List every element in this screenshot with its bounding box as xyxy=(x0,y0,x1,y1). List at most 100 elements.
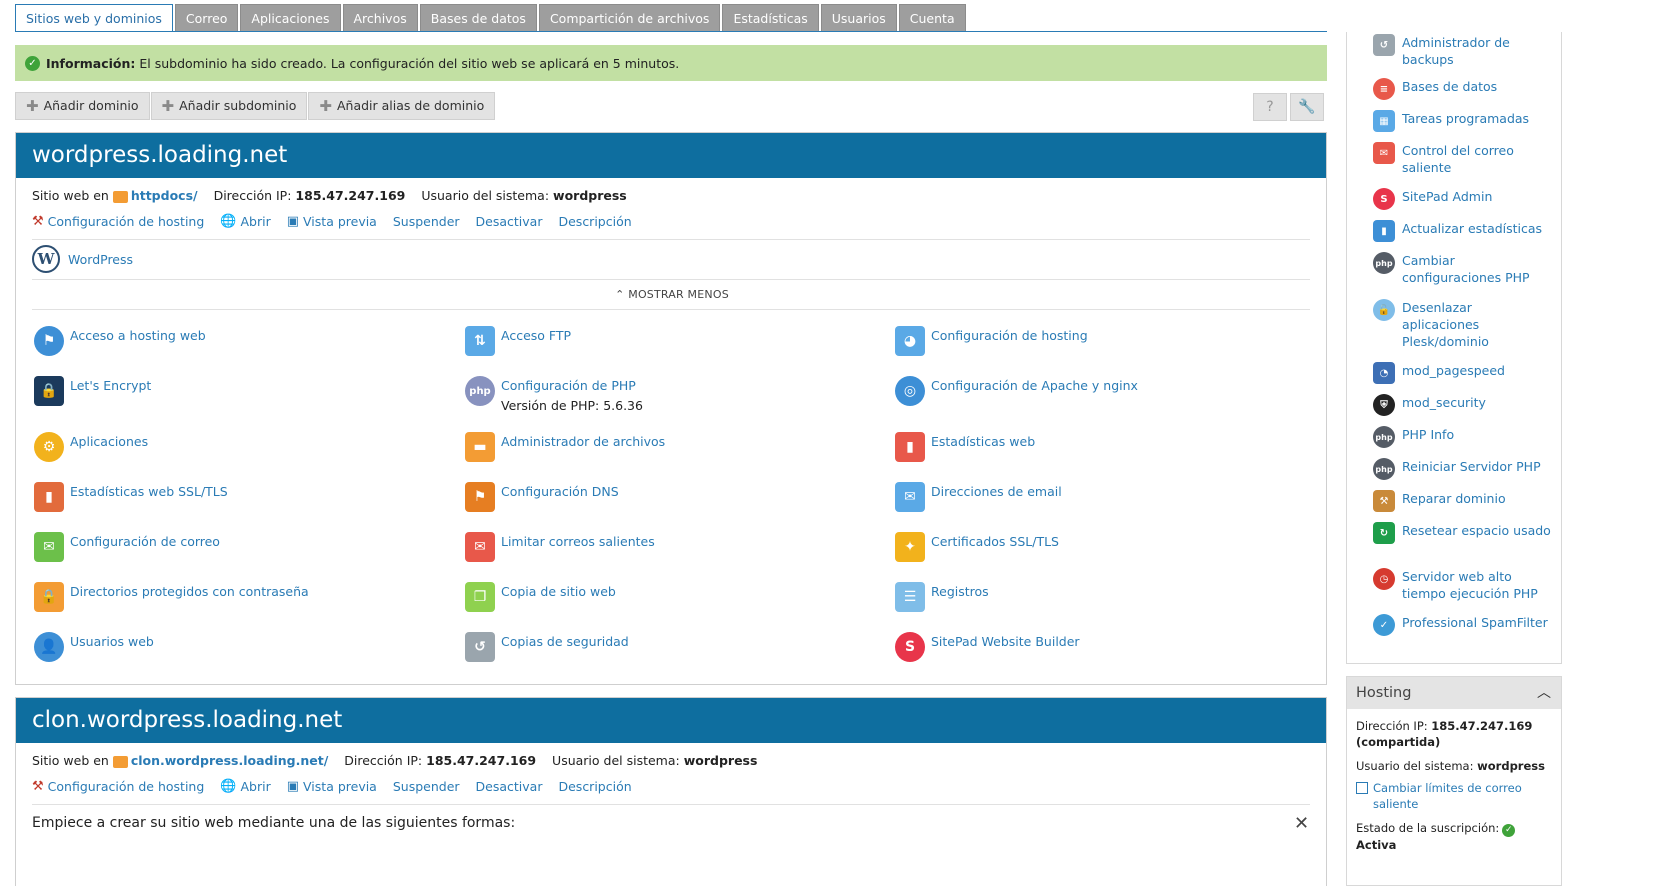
lets-encrypt-lock-icon: 🔒 xyxy=(34,376,64,406)
mail-settings-item[interactable]: ✉ Configuración de correo xyxy=(34,532,220,562)
php-settings-item[interactable]: php Configuración de PHP Versión de PHP:… xyxy=(465,376,643,413)
web-user-icon: 👤 xyxy=(34,632,64,662)
globe-icon: 🌐 xyxy=(220,779,237,794)
chevron-up-icon[interactable]: ︿ xyxy=(1537,677,1551,709)
tab-statistics[interactable]: Estadísticas xyxy=(722,4,819,32)
speed-gauge-icon: ◔ xyxy=(1373,362,1395,384)
sitepad-icon: S xyxy=(1373,188,1395,210)
dns-flags-icon: ⚑ xyxy=(465,482,495,512)
domain-title: wordpress.loading.net xyxy=(16,133,1326,178)
backups-item[interactable]: ↺ Copias de seguridad xyxy=(465,632,629,662)
docroot-link[interactable]: httpdocs/ xyxy=(131,188,198,203)
tab-websites-domains[interactable]: Sitios web y dominios xyxy=(15,4,173,32)
sidebar-item-outgoing-mail-control[interactable]: ✉ Control del correo saliente xyxy=(1373,142,1552,176)
hosting-settings-link[interactable]: ⚒ Configuración de hosting xyxy=(32,779,204,794)
preview-link[interactable]: ▣ Vista previa xyxy=(287,214,377,229)
ssl-web-statistics-item[interactable]: ▮ Estadísticas web SSL/TLS xyxy=(34,482,228,512)
website-copy-item[interactable]: ❐ Copia de sitio web xyxy=(465,582,616,612)
add-domain-button[interactable]: ✚ Añadir dominio xyxy=(15,92,150,120)
sidebar-item-repair-domain[interactable]: ⚒ Reparar dominio xyxy=(1373,490,1552,512)
sidebar-item-backup-manager[interactable]: ↺ Administrador de backups xyxy=(1373,34,1552,68)
open-link[interactable]: 🌐 Abrir xyxy=(220,779,270,794)
spamfilter-icon: ✓ xyxy=(1373,614,1395,636)
apache-nginx-settings-item[interactable]: ◎ Configuración de Apache y nginx xyxy=(895,376,1138,406)
ip-address: 185.47.247.169 xyxy=(295,188,406,203)
folder-icon xyxy=(112,190,128,203)
mail-limits-icon xyxy=(1356,782,1368,794)
description-link[interactable]: Descripción xyxy=(558,214,631,229)
globe-icon: 🌐 xyxy=(220,214,237,229)
add-domain-alias-button[interactable]: ✚ Añadir alias de dominio xyxy=(308,92,496,120)
applications-item[interactable]: ⚙ Aplicaciones xyxy=(34,432,148,462)
sidebar-item-restart-php[interactable]: php Reiniciar Servidor PHP xyxy=(1373,458,1552,480)
domain-title: clon.wordpress.loading.net xyxy=(16,698,1326,743)
web-users-item[interactable]: 👤 Usuarios web xyxy=(34,632,154,662)
tools-icon: ⚒ xyxy=(32,779,44,794)
ftp-icon: ⇅ xyxy=(465,326,495,356)
close-icon[interactable]: ✕ xyxy=(1294,813,1309,834)
disable-link[interactable]: Desactivar xyxy=(476,214,543,229)
tab-mail[interactable]: Correo xyxy=(174,4,239,32)
sitepad-builder-item[interactable]: S SitePad Website Builder xyxy=(895,632,1080,662)
lets-encrypt-item[interactable]: 🔒 Let's Encrypt xyxy=(34,376,151,406)
sidebar-item-mod-security[interactable]: ⛨ mod_security xyxy=(1373,394,1552,416)
tab-files[interactable]: Archivos xyxy=(342,4,418,32)
web-statistics-item[interactable]: ▮ Estadísticas web xyxy=(895,432,1035,462)
sidebar-item-reset-used-space[interactable]: ↻ Resetear espacio usado xyxy=(1373,522,1552,544)
tabs-divider xyxy=(15,31,1327,32)
sidebar-item-sitepad-admin[interactable]: S SitePad Admin xyxy=(1373,188,1552,210)
sidebar-item-spamfilter[interactable]: ✓ Professional SpamFilter xyxy=(1373,614,1552,636)
sidebar-item-databases[interactable]: ≡ Bases de datos xyxy=(1373,78,1552,100)
description-link[interactable]: Descripción xyxy=(558,779,631,794)
tab-databases[interactable]: Bases de datos xyxy=(419,4,537,32)
folder-icon: ▬ xyxy=(465,432,495,462)
hosting-panel-header[interactable]: Hosting ︿ xyxy=(1347,677,1561,709)
tab-file-sharing[interactable]: Compartición de archivos xyxy=(538,4,721,32)
password-protected-dirs-item[interactable]: 🔒 Directorios protegidos con contraseña xyxy=(34,582,309,612)
wordpress-link[interactable]: W WordPress xyxy=(32,245,133,273)
php-icon: php xyxy=(465,376,495,406)
logs-item[interactable]: ☰ Registros xyxy=(895,582,989,612)
tools-button[interactable]: 🔧 xyxy=(1290,93,1324,121)
tools-icon: ⚒ xyxy=(32,214,44,229)
php-restart-icon: php xyxy=(1373,458,1395,480)
system-user: wordpress xyxy=(553,188,627,203)
sidebar-item-change-php-settings[interactable]: php Cambiar configuraciones PHP xyxy=(1373,252,1552,286)
suspend-link[interactable]: Suspender xyxy=(393,779,460,794)
preview-link[interactable]: ▣ Vista previa xyxy=(287,779,377,794)
wordpress-icon: W xyxy=(32,245,60,273)
ftp-access-item[interactable]: ⇅ Acceso FTP xyxy=(465,326,571,356)
email-addresses-item[interactable]: ✉ Direcciones de email xyxy=(895,482,1062,512)
success-check-icon: ✓ xyxy=(25,55,40,71)
repair-tools-icon: ⚒ xyxy=(1373,490,1395,512)
sidebar-item-php-execution-time[interactable]: ◷ Servidor web alto tiempo ejecución PHP xyxy=(1373,568,1552,602)
folder-icon xyxy=(112,755,128,768)
open-link[interactable]: 🌐 Abrir xyxy=(220,214,270,229)
sidebar-item-unlink-applications[interactable]: 🔓 Desenlazar aplicaciones Plesk/dominio xyxy=(1373,299,1552,350)
add-subdomain-button[interactable]: ✚ Añadir subdominio xyxy=(150,92,308,120)
web-hosting-access-item[interactable]: ⚑ Acceso a hosting web xyxy=(34,326,206,356)
dns-settings-item[interactable]: ⚑ Configuración DNS xyxy=(465,482,619,512)
suspend-link[interactable]: Suspender xyxy=(393,214,460,229)
divider xyxy=(32,309,1310,310)
sidebar-item-update-statistics[interactable]: ▮ Actualizar estadísticas xyxy=(1373,220,1552,242)
disable-link[interactable]: Desactivar xyxy=(476,779,543,794)
docroot-link[interactable]: clon.wordpress.loading.net/ xyxy=(131,753,328,768)
change-mail-limits-link[interactable]: Cambiar límites de correo saliente xyxy=(1356,780,1523,812)
ssl-certificates-item[interactable]: ✦ Certificados SSL/TLS xyxy=(895,532,1059,562)
limit-outgoing-mail-item[interactable]: ✉ Limitar correos salientes xyxy=(465,532,655,562)
hosting-settings-link[interactable]: ⚒ Configuración de hosting xyxy=(32,214,204,229)
hosting-system-user: Usuario del sistema: wordpress xyxy=(1356,759,1545,773)
file-manager-item[interactable]: ▬ Administrador de archivos xyxy=(465,432,665,462)
tab-users[interactable]: Usuarios xyxy=(820,4,897,32)
help-button[interactable]: ? xyxy=(1253,93,1287,121)
sidebar-item-php-info[interactable]: php PHP Info xyxy=(1373,426,1552,448)
sidebar-item-mod-pagespeed[interactable]: ◔ mod_pagespeed xyxy=(1373,362,1552,384)
hosting-panel: Hosting ︿ Dirección IP: 185.47.247.169 (… xyxy=(1346,676,1562,886)
show-less-toggle[interactable]: ⌃ MOSTRAR MENOS xyxy=(16,288,1328,301)
hosting-settings-item[interactable]: ◕ Configuración de hosting xyxy=(895,326,1088,356)
tab-applications[interactable]: Aplicaciones xyxy=(240,4,341,32)
sidebar-item-scheduled-tasks[interactable]: ▦ Tareas programadas xyxy=(1373,110,1552,132)
tab-account[interactable]: Cuenta xyxy=(898,4,966,32)
log-document-icon: ☰ xyxy=(895,582,925,612)
